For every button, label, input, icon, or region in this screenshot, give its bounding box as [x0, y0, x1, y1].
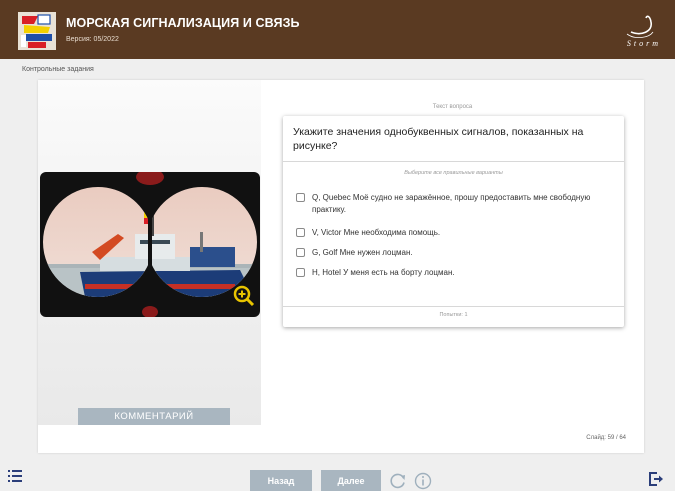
app-title: МОРСКАЯ СИГНАЛИЗАЦИЯ И СВЯЗЬ [66, 16, 300, 30]
question-card: Укажите значения однобуквенных сигналов,… [283, 116, 624, 327]
zoom-in-icon[interactable] [233, 285, 255, 307]
answer-option-g[interactable]: G, Golf Мне нужен лоцман. [296, 247, 602, 259]
checkbox[interactable] [296, 228, 305, 237]
checkbox[interactable] [296, 193, 305, 202]
next-button[interactable]: Далее [321, 470, 381, 491]
content-card: КОММЕНТАРИЙ Текст вопроса Укажите значен… [38, 80, 644, 453]
version-label: Версия: 05/2022 [66, 36, 119, 43]
app-header: МОРСКАЯ СИГНАЛИЗАЦИЯ И СВЯЗЬ Версия: 05/… [0, 0, 675, 59]
answer-option-label: H, Hotel У меня есть на борту лоцман. [312, 268, 455, 277]
reload-icon[interactable] [389, 472, 407, 490]
signal-flags-logo-icon [18, 12, 56, 50]
menu-list-icon[interactable] [8, 470, 22, 482]
answer-option-label: V, Victor Мне необходима помощь. [312, 228, 441, 237]
brand-name: Storm [626, 39, 661, 48]
answer-option-q[interactable]: Q, Quebec Моё судно не заражённое, прошу… [296, 192, 602, 216]
slide-counter: Слайд: 59 / 64 [586, 435, 626, 441]
question-instruction: Выберите все правильные варианты [404, 170, 503, 176]
answer-option-label: Q, Quebec Моё судно не заражённое, прошу… [312, 193, 591, 214]
answer-option-h[interactable]: H, Hotel У меня есть на борту лоцман. [296, 267, 602, 279]
binocular-ship-view [40, 172, 260, 317]
back-button[interactable]: Назад [250, 470, 312, 491]
question-text: Укажите значения однобуквенных сигналов,… [293, 126, 584, 152]
exit-icon[interactable] [649, 472, 663, 486]
answer-option-v[interactable]: V, Victor Мне необходима помощь. [296, 227, 602, 239]
checkbox[interactable] [296, 248, 305, 257]
checkbox[interactable] [296, 268, 305, 277]
question-label: Текст вопроса [432, 104, 473, 110]
section-label: Контрольные задания [22, 66, 94, 73]
attempts-counter: Попытки: 1 [439, 312, 468, 318]
comment-button[interactable]: КОММЕНТАРИЙ [78, 408, 230, 425]
info-icon[interactable] [414, 472, 432, 490]
answer-option-label: G, Golf Мне нужен лоцман. [312, 248, 413, 257]
